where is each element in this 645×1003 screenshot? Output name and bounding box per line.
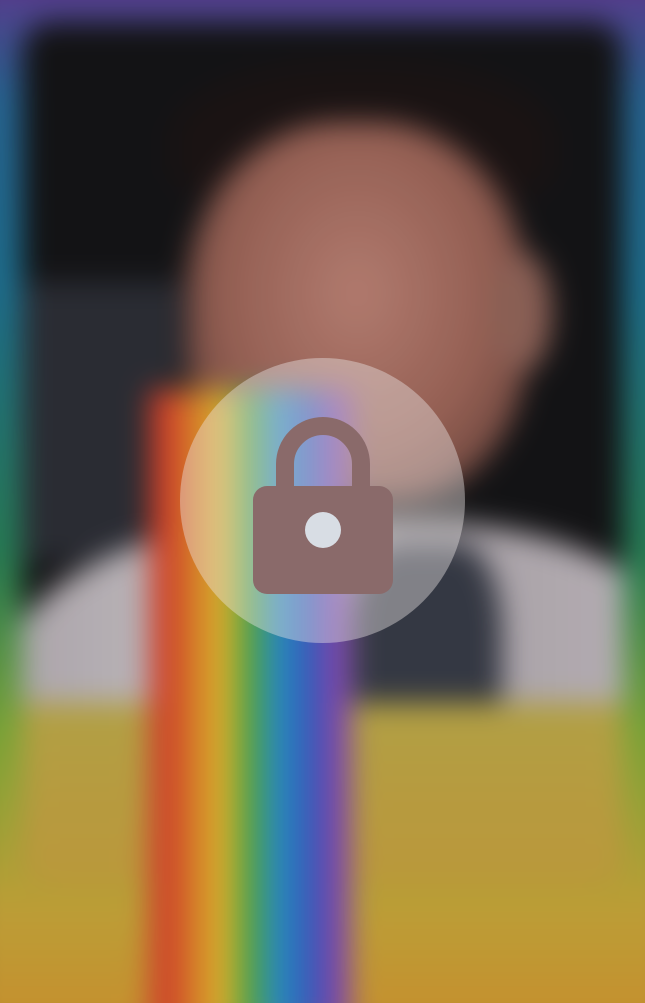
locked-media-screen [0,0,645,1003]
unlock-button[interactable] [180,358,465,643]
lock-icon [252,416,393,594]
